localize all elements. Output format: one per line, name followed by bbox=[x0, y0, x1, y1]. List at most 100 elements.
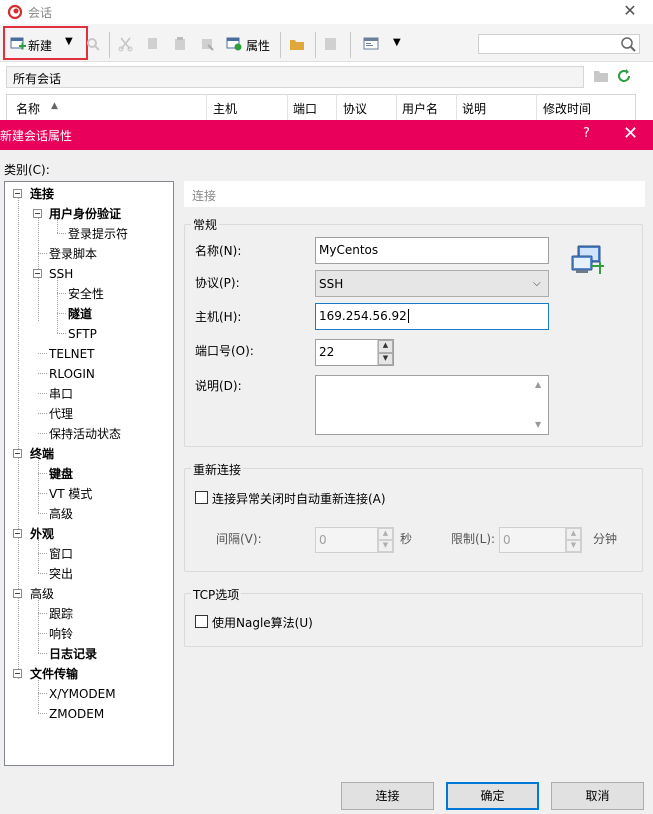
tree-guide-line bbox=[38, 713, 47, 714]
properties-icon[interactable] bbox=[226, 36, 242, 52]
collapse-toggle-icon[interactable] bbox=[13, 589, 22, 598]
tree-item-tunneling[interactable]: 隧道 bbox=[68, 306, 92, 322]
toolbar-separator bbox=[109, 32, 110, 58]
tree-item-bell[interactable]: 响铃 bbox=[49, 626, 73, 642]
tree-item-proxy[interactable]: 代理 bbox=[49, 406, 73, 422]
tree-item-vt-modes[interactable]: VT 模式 bbox=[49, 486, 92, 502]
tree-item-ssh[interactable]: SSH bbox=[49, 266, 73, 282]
nagle-label[interactable]: 使用Nagle算法(U) bbox=[212, 614, 313, 631]
tree-item-connection[interactable]: 连接 bbox=[30, 186, 54, 202]
collapse-toggle-icon[interactable] bbox=[33, 269, 42, 278]
cut-icon[interactable] bbox=[118, 36, 134, 52]
connect-button[interactable]: 连接 bbox=[341, 782, 434, 810]
host-label: 主机(H): bbox=[195, 310, 242, 324]
tree-item-window[interactable]: 窗口 bbox=[49, 546, 73, 562]
protocol-select[interactable]: SSH bbox=[315, 270, 549, 297]
tree-guide-line bbox=[38, 597, 39, 653]
auto-reconnect-checkbox[interactable] bbox=[195, 491, 208, 504]
column-separator bbox=[536, 94, 537, 120]
column-header-username[interactable]: 用户名 bbox=[402, 100, 438, 117]
collapse-toggle-icon[interactable] bbox=[13, 669, 22, 678]
spin-up-icon[interactable]: ▲ bbox=[378, 340, 393, 353]
spin-up-icon[interactable]: ▲ bbox=[378, 528, 393, 540]
search-icon[interactable] bbox=[620, 36, 636, 52]
collapse-toggle-icon[interactable] bbox=[13, 449, 22, 458]
spin-up-icon[interactable]: ▲ bbox=[566, 528, 581, 540]
description-field[interactable] bbox=[315, 375, 549, 435]
collapse-toggle-icon[interactable] bbox=[33, 209, 42, 218]
refresh-icon[interactable] bbox=[616, 68, 632, 84]
column-header-modified[interactable]: 修改时间 bbox=[543, 100, 591, 117]
cancel-button[interactable]: 取消 bbox=[551, 782, 644, 810]
chevron-down-icon[interactable]: ▼ bbox=[393, 37, 401, 48]
tree-item-file-transfer[interactable]: 文件传输 bbox=[30, 666, 78, 682]
column-separator bbox=[456, 94, 457, 120]
dialog-close-icon[interactable]: ✕ bbox=[623, 123, 638, 144]
nagle-checkbox[interactable] bbox=[195, 615, 208, 628]
tree-item-highlight[interactable]: 突出 bbox=[49, 566, 73, 582]
tree-item-auth[interactable]: 用户身份验证 bbox=[49, 206, 121, 222]
ok-button[interactable]: 确定 bbox=[446, 782, 539, 810]
tree-item-terminal-advanced[interactable]: 高级 bbox=[49, 506, 73, 522]
limit-stepper[interactable]: ▲ ▼ bbox=[565, 528, 581, 552]
tree-guide-line bbox=[38, 393, 47, 394]
paste-icon[interactable] bbox=[172, 36, 188, 52]
text-caret bbox=[407, 309, 409, 323]
column-header-host[interactable]: 主机 bbox=[213, 100, 237, 117]
tcp-options-group-title: TCP选项 bbox=[191, 586, 242, 603]
auto-reconnect-label[interactable]: 连接异常关闭时自动重新连接(A) bbox=[212, 490, 386, 507]
tree-item-trace[interactable]: 跟踪 bbox=[49, 606, 73, 622]
category-label: 类别(C): bbox=[4, 163, 50, 177]
tree-item-terminal[interactable]: 终端 bbox=[30, 446, 54, 462]
tree-item-security[interactable]: 安全性 bbox=[68, 286, 104, 302]
tree-item-logging[interactable]: 日志记录 bbox=[49, 646, 97, 662]
copy-icon[interactable] bbox=[145, 36, 161, 52]
new-session-label: 新建 bbox=[28, 39, 53, 53]
scroll-up-icon[interactable]: ▲ bbox=[535, 380, 541, 389]
tree-item-keepalive[interactable]: 保持活动状态 bbox=[49, 426, 121, 442]
delete-icon[interactable] bbox=[199, 36, 215, 52]
chevron-down-icon[interactable]: ▼ bbox=[65, 36, 73, 47]
tree-guide-line bbox=[38, 653, 47, 654]
folder-icon[interactable] bbox=[289, 36, 305, 52]
toolbar-separator bbox=[350, 32, 351, 58]
tree-item-xymodem[interactable]: X/YMODEM bbox=[49, 686, 116, 702]
collapse-toggle-icon[interactable] bbox=[13, 189, 22, 198]
spin-down-icon[interactable]: ▼ bbox=[566, 540, 581, 552]
tree-item-serial[interactable]: 串口 bbox=[49, 386, 73, 402]
session-search-input[interactable] bbox=[478, 34, 640, 54]
tree-item-login-scripts[interactable]: 登录脚本 bbox=[49, 246, 97, 262]
tree-item-keyboard[interactable]: 键盘 bbox=[49, 466, 73, 482]
tree-item-appearance[interactable]: 外观 bbox=[30, 526, 54, 542]
interval-stepper[interactable]: ▲ ▼ bbox=[377, 528, 393, 552]
column-header-description[interactable]: 说明 bbox=[462, 100, 486, 117]
properties-label[interactable]: 属性 bbox=[246, 37, 270, 54]
close-icon[interactable]: ✕ bbox=[618, 0, 642, 22]
description-label: 说明(D): bbox=[195, 379, 242, 393]
tree-guide-line bbox=[38, 537, 39, 573]
column-header-protocol[interactable]: 协议 bbox=[343, 100, 367, 117]
spin-down-icon[interactable]: ▼ bbox=[378, 352, 393, 365]
tree-item-rlogin[interactable]: RLOGIN bbox=[49, 366, 95, 382]
toolbar-separator bbox=[280, 32, 281, 58]
help-button[interactable]: ? bbox=[583, 126, 590, 141]
tree-item-advanced[interactable]: 高级 bbox=[30, 586, 54, 602]
tree-item-telnet[interactable]: TELNET bbox=[49, 346, 95, 362]
chevron-down-icon[interactable]: ⌵ bbox=[533, 278, 541, 289]
folder-up-icon[interactable] bbox=[594, 70, 608, 82]
host-field[interactable]: 169.254.56.92 bbox=[315, 303, 549, 330]
spin-down-icon[interactable]: ▼ bbox=[378, 540, 393, 552]
tree-item-login-prompts[interactable]: 登录提示符 bbox=[68, 226, 128, 242]
export-icon[interactable] bbox=[323, 36, 339, 52]
name-field[interactable]: MyCentos bbox=[315, 237, 549, 264]
collapse-toggle-icon[interactable] bbox=[13, 529, 22, 538]
layout-icon[interactable] bbox=[363, 36, 379, 52]
tree-item-zmodem[interactable]: ZMODEM bbox=[49, 706, 104, 722]
port-stepper[interactable]: ▲ ▼ bbox=[377, 340, 393, 365]
column-header-name[interactable]: 名称 bbox=[16, 100, 40, 117]
column-header-port[interactable]: 端口 bbox=[293, 100, 317, 117]
scroll-down-icon[interactable]: ▼ bbox=[535, 420, 541, 429]
tree-guide-line bbox=[38, 633, 47, 634]
protocol-selected-value: SSH bbox=[319, 277, 344, 291]
tree-item-sftp[interactable]: SFTP bbox=[68, 326, 97, 342]
